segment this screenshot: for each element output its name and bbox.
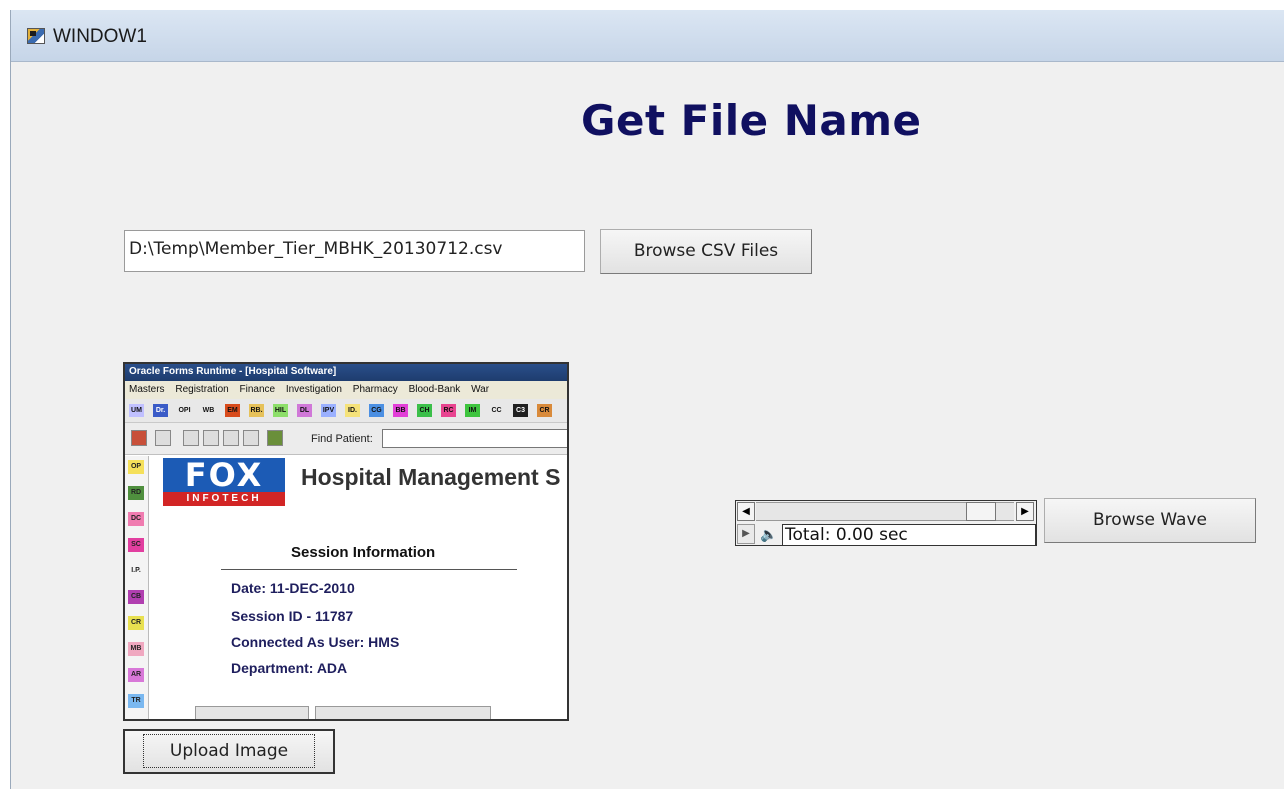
session-divider [221,569,517,570]
upload-image-button[interactable]: Upload Image [123,729,335,774]
find-patient-label: Find Patient: [311,433,373,445]
session-info-title: Session Information [291,544,436,561]
preview-module-chip: RC [441,404,456,417]
preview-module-chip: CR [537,404,552,417]
app-icon [27,28,45,44]
preview-module-toolbar: UM Dr. OPI WB EM RB. HIL DL IPV ID. CG BB CH RC IM CC C3… [125,399,567,423]
browse-csv-button[interactable]: Browse CSV Files [600,229,812,274]
preview-button [195,706,309,719]
preview-module-chip: CH [417,404,432,417]
previous-record-icon [203,430,219,446]
preview-module-chip: DL [297,404,312,417]
preview-module-chip: Dr. [153,404,168,417]
preview-side-chip: OP [128,460,144,474]
wave-scroll-thumb[interactable] [966,502,996,521]
preview-side-chip: TR [128,694,144,708]
fox-logo: FOX [163,458,285,492]
page-title: Get File Name [581,96,922,145]
title-bar: WINDOW1 [11,10,1284,62]
main-window: WINDOW1 Get File Name D:\Temp\Member_Tie… [10,10,1284,789]
preview-module-chip: RB. [249,404,264,417]
print-icon [155,430,171,446]
preview-module-chip: C3 [513,404,528,417]
preview-side-chip: AR [128,668,144,682]
session-user: Connected As User: HMS [231,634,400,650]
preview-menu-item: War [471,384,490,395]
preview-side-chip: I.P. [128,564,144,578]
upload-image-label: Upload Image [142,734,316,768]
preview-menu-item: Registration [175,384,229,395]
last-record-icon [243,430,259,446]
preview-side-chip: RD [128,486,144,500]
scroll-left-icon[interactable]: ◀ [737,502,755,521]
preview-module-chip: EM [225,404,240,417]
preview-menu-item: Investigation [285,384,342,395]
preview-menu-bar: Masters Registration Finance Investigati… [125,381,567,399]
next-record-icon [223,430,239,446]
image-preview: Oracle Forms Runtime - [Hospital Softwar… [123,362,569,721]
exit-icon [267,430,283,446]
fox-logo-subtitle: INFOTECH [163,492,285,506]
preview-side-chip: CR [128,616,144,630]
preview-menu-item: Finance [239,384,276,395]
preview-module-chip: ID. [345,404,360,417]
session-department: Department: ADA [231,660,348,676]
preview-module-chip: UM [129,404,144,417]
preview-window-title: Oracle Forms Runtime - [Hospital Softwar… [125,364,567,381]
preview-menu-item: Blood-Bank [408,384,461,395]
csv-path-field[interactable]: D:\Temp\Member_Tier_MBHK_20130712.csv [124,230,585,272]
scroll-right-icon[interactable]: ▶ [1016,502,1034,521]
preview-side-chip: MB [128,642,144,656]
preview-module-chip: CC [489,404,504,417]
play-icon[interactable]: ▶ [737,524,755,544]
preview-button [315,706,491,719]
speaker-icon[interactable]: 🔈 [758,525,780,545]
preview-nav-toolbar: Find Patient: [125,423,567,455]
preview-module-chip: IM [465,404,480,417]
preview-module-chip: CG [369,404,384,417]
home-icon [131,430,147,446]
preview-module-chip: HIL [273,404,288,417]
find-patient-field [382,429,567,448]
preview-side-chip: SC [128,538,144,552]
preview-module-chip: IPV [321,404,336,417]
total-duration: Total: 0.00 sec [782,524,1036,546]
session-date: Date: 11-DEC-2010 [231,580,355,596]
window-title: WINDOW1 [53,26,147,47]
preview-side-chip: CB [128,590,144,604]
preview-app-heading: Hospital Management S [301,464,561,490]
browse-wave-button[interactable]: Browse Wave [1044,498,1256,543]
preview-menu-item: Masters [129,384,165,395]
preview-module-chip: OPI [177,404,192,417]
first-record-icon [183,430,199,446]
wave-player: ◀ ▶ ▶ 🔈 Total: 0.00 sec [735,500,1037,546]
preview-module-chip: WB [201,404,216,417]
preview-module-chip: BB [393,404,408,417]
preview-side-toolbar: OP RD DC SC I.P. CB CR MB AR TR [125,456,149,719]
preview-menu-item: Pharmacy [352,384,398,395]
session-id: Session ID - 11787 [231,608,354,624]
preview-side-chip: DC [128,512,144,526]
